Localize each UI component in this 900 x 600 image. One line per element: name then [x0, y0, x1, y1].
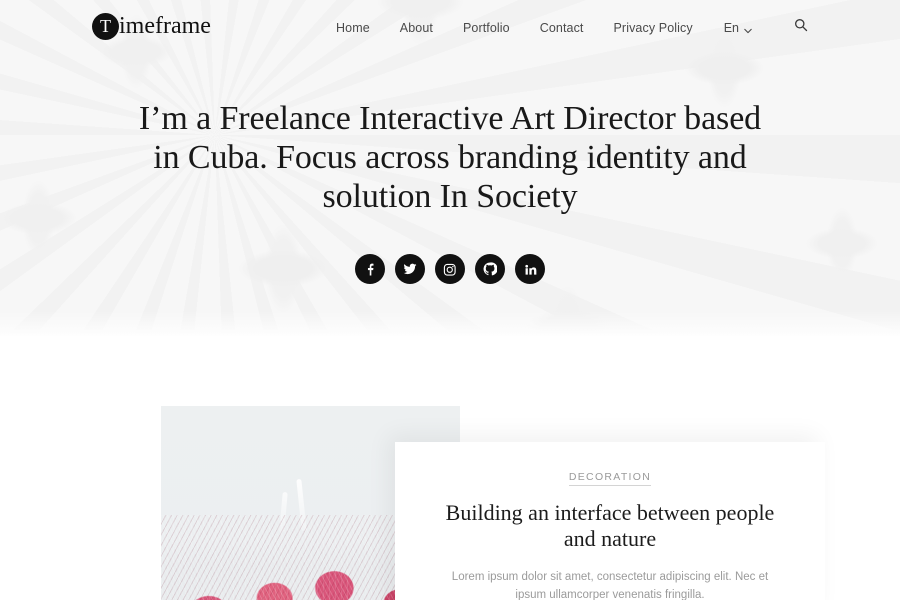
- nav-link-home[interactable]: Home: [321, 21, 385, 35]
- post-excerpt: Lorem ipsum dolor sit amet, consectetur …: [451, 570, 769, 600]
- facebook-icon: [364, 263, 377, 276]
- nav-link-about[interactable]: About: [385, 21, 448, 35]
- social-link-instagram[interactable]: [435, 254, 465, 285]
- site-logo[interactable]: T imeframe: [92, 13, 211, 40]
- github-icon: [483, 262, 497, 276]
- social-links: [355, 254, 545, 285]
- post-category-link[interactable]: DECORATION: [568, 471, 652, 486]
- language-selector[interactable]: En: [708, 21, 766, 35]
- site-header: T imeframe Home About Portfolio Contact …: [0, 0, 900, 55]
- hero-section: T imeframe Home About Portfolio Contact …: [0, 0, 900, 337]
- main-navigation: Home About Portfolio Contact Privacy Pol…: [321, 0, 814, 55]
- featured-post-section: DECORATION Building an interface between…: [0, 337, 900, 600]
- search-button[interactable]: [788, 15, 814, 41]
- page-root: T imeframe Home About Portfolio Contact …: [0, 0, 900, 600]
- social-link-linkedin[interactable]: [515, 254, 545, 285]
- instagram-icon: [443, 263, 457, 277]
- twitter-icon: [403, 262, 417, 276]
- social-link-github[interactable]: [475, 254, 505, 285]
- post-card: DECORATION Building an interface between…: [395, 442, 825, 600]
- language-selector-label: En: [723, 20, 739, 35]
- logo-text: imeframe: [119, 13, 211, 39]
- nav-link-privacy-policy[interactable]: Privacy Policy: [599, 21, 708, 35]
- chevron-down-icon: [744, 24, 752, 33]
- search-icon: [794, 18, 808, 37]
- hero-headline: I’m a Freelance Interactive Art Director…: [138, 100, 762, 215]
- post-title[interactable]: Building an interface between people and…: [435, 500, 785, 553]
- social-link-twitter[interactable]: [395, 254, 425, 285]
- nav-link-contact[interactable]: Contact: [525, 21, 599, 35]
- nav-link-portfolio[interactable]: Portfolio: [448, 21, 525, 35]
- linkedin-icon: [524, 263, 537, 276]
- social-link-facebook[interactable]: [355, 254, 385, 285]
